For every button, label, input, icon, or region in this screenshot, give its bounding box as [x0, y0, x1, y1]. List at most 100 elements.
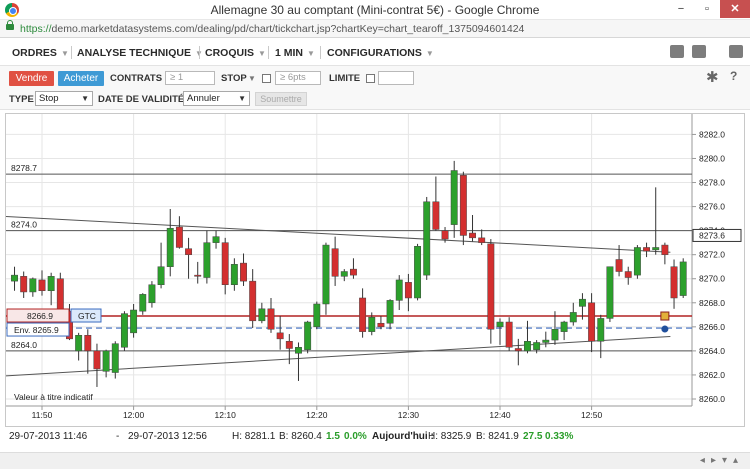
stop-marker-icon[interactable]	[660, 311, 670, 321]
y-tick-label: 8280.0	[699, 153, 725, 163]
expand-icon[interactable]	[729, 45, 743, 58]
sell-button[interactable]: Vendre	[9, 71, 54, 86]
candle-up	[423, 201, 431, 276]
trendline[interactable]	[6, 215, 671, 253]
scroll-arrows-icon[interactable]: ◂▸▾▴	[700, 455, 744, 466]
range-low: B: 8260.4	[279, 431, 322, 442]
candle-down	[661, 244, 669, 255]
window-titlebar: Allemagne 30 au comptant (Mini-contrat 5…	[0, 0, 750, 20]
stop-input[interactable]: ≥ 6pts	[275, 71, 321, 85]
chevron-down-icon: ▼	[425, 49, 434, 58]
validity-select[interactable]: Annuler ▼	[183, 91, 250, 106]
menu-configurations[interactable]: CONFIGURATIONS ▼	[327, 47, 434, 59]
range-separator: -	[116, 431, 120, 442]
help-icon[interactable]: ?	[730, 69, 737, 83]
minimize-button[interactable]: −	[668, 0, 694, 18]
level-line-label: 8278.7	[11, 163, 37, 173]
indicative-note: Valeur à titre indicatif	[14, 392, 93, 402]
candle-down	[93, 350, 101, 370]
x-tick-label: 12:20	[306, 410, 328, 420]
range-from: 29-07-2013 11:46	[9, 431, 88, 442]
candle-up	[679, 261, 687, 296]
order-bar: Vendre Acheter CONTRATS ≥ 1 STOP ▼ ≥ 6pt…	[0, 66, 750, 90]
menu-interval-label: 1 MIN	[275, 47, 304, 59]
range-change: 1.5	[326, 431, 340, 442]
candle-up	[304, 321, 312, 350]
stop-checkbox[interactable]	[262, 74, 271, 83]
candle-up	[533, 342, 541, 350]
y-tick-label: 8264.0	[699, 346, 725, 356]
candle-up	[524, 341, 531, 352]
candle-up	[578, 298, 586, 307]
candle-down	[84, 335, 92, 352]
y-tick-label: 8272.0	[699, 250, 725, 260]
maximize-button[interactable]: ▫	[694, 0, 720, 18]
candle-up	[295, 347, 302, 354]
url-text[interactable]: https://demo.marketdatasystems.com/deali…	[20, 23, 524, 35]
camera-icon[interactable]	[670, 45, 684, 58]
menu-divider	[71, 46, 72, 59]
today-change-pct: 0.33%	[545, 431, 574, 442]
candle-down	[240, 262, 247, 282]
horizontal-scrollbar[interactable]: ◂▸▾▴	[0, 452, 750, 469]
gtc-tag-label: GTC	[78, 311, 96, 321]
chevron-down-icon: ▼	[81, 94, 89, 103]
candle-up	[11, 274, 18, 282]
menu-ordres-label: ORDRES	[12, 47, 57, 59]
type-select[interactable]: Stop ▼	[35, 91, 93, 106]
candle-down	[377, 322, 385, 328]
candle-up	[551, 328, 559, 341]
chevron-down-icon[interactable]: ▼	[248, 74, 256, 83]
candle-up	[414, 246, 422, 299]
lock-icon	[6, 20, 14, 30]
print-icon[interactable]	[692, 45, 706, 58]
chevron-down-icon: ▼	[258, 49, 266, 58]
price-chart[interactable]: 8278.7 8274.0 8264.0 8266.9 GTC Env. 8265.9 82…	[5, 113, 745, 427]
candle-up	[569, 312, 577, 323]
buy-button[interactable]: Acheter	[58, 71, 104, 86]
x-tick-label: 11:50	[32, 410, 53, 420]
window-title: Allemagne 30 au comptant (Mini-contrat 5…	[210, 3, 540, 17]
chart-canvas[interactable]: 8278.7 8274.0 8264.0 8266.9 GTC Env. 8265.9 82…	[6, 114, 744, 426]
close-window-button[interactable]: ✕	[720, 0, 750, 18]
candle-down	[487, 243, 495, 330]
candle-up	[560, 321, 568, 332]
type-label: TYPE	[9, 94, 34, 105]
candle-down	[249, 280, 257, 322]
candle-up	[386, 300, 394, 324]
candle-down	[276, 332, 284, 340]
order-type-bar: TYPE Stop ▼ DATE DE VALIDITÉ Annuler ▼ Sou…	[0, 90, 750, 110]
level-line-label: 8264.0	[11, 340, 37, 350]
candle-up	[120, 313, 128, 348]
candle-up	[496, 321, 504, 328]
candle-down	[20, 276, 28, 293]
menu-interval[interactable]: 1 MIN ▼	[275, 47, 315, 59]
today-change: 27.5	[523, 431, 543, 442]
candle-up	[130, 309, 138, 334]
candle-up	[597, 318, 605, 342]
menu-analyse-technique[interactable]: ANALYSE TECHNIQUE▼	[77, 47, 203, 59]
level-line-label: 8274.0	[11, 220, 37, 230]
candle-down	[359, 297, 367, 332]
candle-down	[505, 321, 513, 348]
limit-input[interactable]	[378, 71, 414, 85]
x-tick-label: 12:40	[489, 410, 511, 420]
current-price-label: 8273.6	[699, 230, 725, 240]
y-tick-label: 8270.0	[699, 274, 725, 284]
menu-analyse-label: ANALYSE TECHNIQUE	[77, 47, 191, 59]
candle-down	[221, 242, 229, 285]
submit-button[interactable]: Soumettre	[255, 92, 307, 106]
contracts-input[interactable]: ≥ 1	[165, 71, 215, 85]
gear-icon[interactable]: ✱	[706, 68, 719, 86]
menu-croquis[interactable]: CROQUIS ▼	[205, 47, 266, 59]
range-to: 29-07-2013 12:56	[128, 431, 207, 442]
x-tick-label: 12:10	[215, 410, 237, 420]
candle-down	[588, 302, 596, 342]
order-marker-icon[interactable]	[661, 325, 669, 333]
limit-checkbox[interactable]	[366, 74, 375, 83]
candle-up	[450, 170, 458, 225]
chart-menubar: ORDRES▼ ANALYSE TECHNIQUE▼ CROQUIS▼ 1 MI…	[0, 38, 750, 66]
candle-down	[459, 175, 467, 236]
address-bar[interactable]: https://demo.marketdatasystems.com/deali…	[0, 20, 750, 38]
menu-ordres[interactable]: ORDRES ▼	[12, 47, 69, 59]
